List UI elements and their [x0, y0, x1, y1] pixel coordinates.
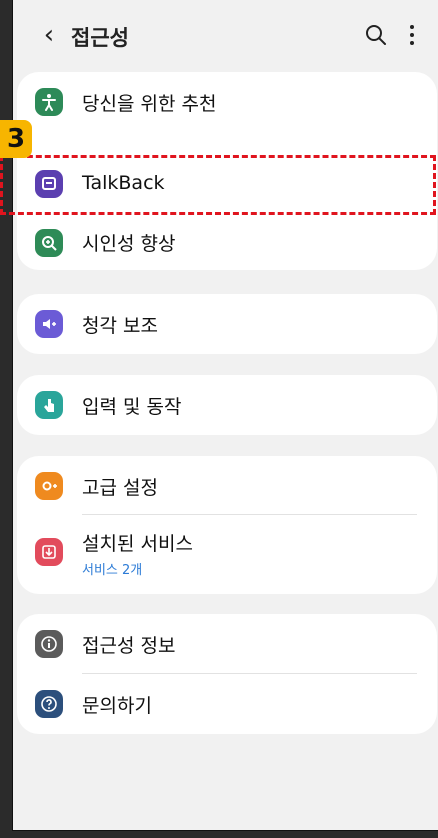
list-item-input[interactable]: 입력 및 동작	[17, 375, 437, 435]
magnifier-icon	[35, 229, 63, 257]
item-label: 접근성 정보	[82, 635, 176, 657]
list-item-recommended[interactable]: 당신을 위한 추천	[17, 72, 437, 132]
card-input: 입력 및 동작	[17, 375, 437, 435]
list-item-about[interactable]: 접근성 정보	[17, 614, 437, 674]
step-number-badge: 3	[0, 120, 32, 158]
divider	[82, 514, 417, 515]
question-icon	[35, 690, 63, 718]
item-label: 당신을 위한 추천	[82, 93, 217, 115]
item-sub-label: 서비스 2개	[82, 563, 143, 578]
list-item-visibility[interactable]: 시인성 향상	[17, 215, 437, 270]
page-title: 접근성	[71, 26, 129, 50]
talkback-highlight-box	[0, 155, 436, 215]
chevron-left-icon[interactable]: ‹	[35, 20, 63, 50]
item-label: 문의하기	[82, 695, 152, 717]
hearing-icon	[35, 310, 63, 338]
download-icon	[35, 538, 63, 566]
more-options-icon[interactable]	[405, 22, 419, 48]
accessibility-person-icon	[35, 88, 63, 116]
search-icon[interactable]	[363, 22, 389, 48]
item-label: 입력 및 동작	[82, 396, 182, 418]
item-label: 청각 보조	[82, 315, 158, 337]
gear-plus-icon	[35, 472, 63, 500]
list-item-hearing[interactable]: 청각 보조	[17, 294, 437, 354]
card-hearing: 청각 보조	[17, 294, 437, 354]
settings-screen: ‹ 접근성 당신을 위한 추천 TalkBack 시인성 향상 청각 보조 입력…	[12, 0, 438, 831]
card-advanced: 고급 설정 설치된 서비스 서비스 2개	[17, 456, 437, 594]
item-label: 시인성 향상	[82, 233, 176, 255]
card-info: 접근성 정보 문의하기	[17, 614, 437, 734]
item-label: 고급 설정	[82, 477, 158, 499]
touch-icon	[35, 391, 63, 419]
list-item-advanced[interactable]: 고급 설정	[17, 456, 437, 516]
item-label: 설치된 서비스	[82, 533, 193, 555]
app-bar: ‹ 접근성	[13, 0, 438, 70]
list-item-contact[interactable]: 문의하기	[17, 674, 437, 734]
list-item-installed-services[interactable]: 설치된 서비스 서비스 2개	[17, 516, 437, 594]
info-icon	[35, 630, 63, 658]
